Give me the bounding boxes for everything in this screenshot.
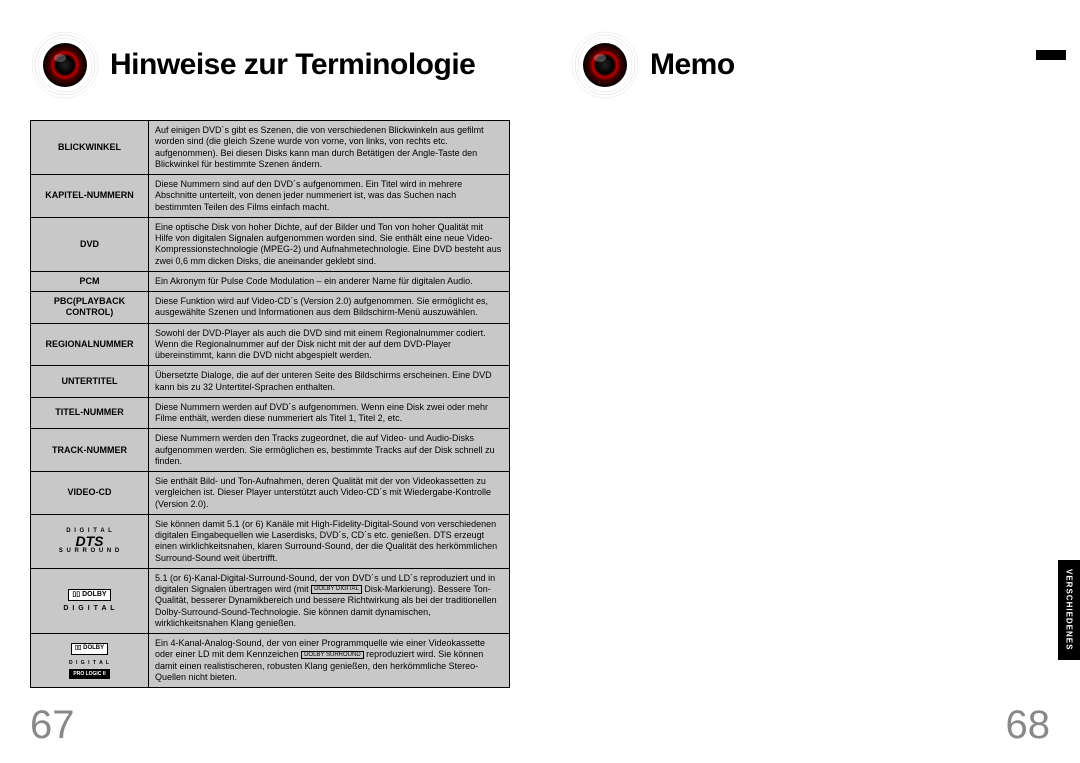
term-cell: KAPITEL-NUMMERN bbox=[31, 175, 149, 218]
speaker-icon bbox=[30, 30, 100, 100]
table-row: UNTERTITELÜbersetzte Dialoge, die auf de… bbox=[31, 366, 510, 398]
term-cell: PBC(PLAYBACK CONTROL) bbox=[31, 292, 149, 324]
terminology-table: BLICKWINKELAuf einigen DVD´s gibt es Sze… bbox=[30, 120, 510, 688]
table-row: ▯▯ DOLBYD I G I T A L 5.1 (or 6)-Kanal-Di… bbox=[31, 568, 510, 633]
desc-cell: Sie enthält Bild- und Ton-Aufnahmen, der… bbox=[149, 472, 510, 515]
table-row: ▯▯ DOLBYD I G I T A LPRO LOGIC II Ein 4-K… bbox=[31, 634, 510, 688]
term-cell: DVD bbox=[31, 217, 149, 271]
page-number-left: 67 bbox=[30, 703, 75, 748]
inline-badge-icon: DOLBY SURROUND bbox=[301, 651, 364, 660]
speaker-icon bbox=[570, 30, 640, 100]
table-row: D I G I T A LdtsS U R R O U N D Sie könne… bbox=[31, 514, 510, 568]
page-number-right: 68 bbox=[1006, 703, 1051, 748]
title-right: Memo bbox=[650, 48, 735, 82]
header-right: Memo bbox=[570, 20, 1050, 110]
table-row: TITEL-NUMMERDiese Nummern werden auf DVD… bbox=[31, 397, 510, 429]
side-tab: VERSCHIEDENES bbox=[1058, 560, 1080, 660]
section-marker bbox=[1036, 50, 1066, 60]
dolby-prologic-logo: ▯▯ DOLBYD I G I T A LPRO LOGIC II bbox=[69, 641, 110, 677]
table-row: TRACK-NUMMERDiese Nummern werden den Tra… bbox=[31, 429, 510, 472]
term-cell: UNTERTITEL bbox=[31, 366, 149, 398]
logo-cell: ▯▯ DOLBYD I G I T A L bbox=[31, 568, 149, 633]
desc-cell: Diese Nummern sind auf den DVD´s aufgeno… bbox=[149, 175, 510, 218]
title-left: Hinweise zur Terminologie bbox=[110, 48, 475, 82]
desc-cell: 5.1 (or 6)-Kanal-Digital-Surround-Sound,… bbox=[149, 568, 510, 633]
header-left: Hinweise zur Terminologie bbox=[30, 20, 510, 110]
page-left: Hinweise zur Terminologie BLICKWINKELAuf… bbox=[0, 0, 540, 763]
page-right: Memo 68 bbox=[540, 0, 1080, 763]
desc-cell: Sowohl der DVD-Player als auch die DVD s… bbox=[149, 323, 510, 366]
term-cell: TITEL-NUMMER bbox=[31, 397, 149, 429]
term-cell: VIDEO-CD bbox=[31, 472, 149, 515]
dolby-digital-logo: ▯▯ DOLBYD I G I T A L bbox=[63, 588, 115, 613]
table-row: BLICKWINKELAuf einigen DVD´s gibt es Sze… bbox=[31, 121, 510, 175]
dts-logo: D I G I T A LdtsS U R R O U N D bbox=[59, 528, 120, 554]
table-row: DVDEine optische Disk von hoher Dichte, … bbox=[31, 217, 510, 271]
desc-cell: Diese Nummern werden auf DVD´s aufgenomm… bbox=[149, 397, 510, 429]
table-row: PBC(PLAYBACK CONTROL)Diese Funktion wird… bbox=[31, 292, 510, 324]
table-row: PCMEin Akronym für Pulse Code Modulation… bbox=[31, 271, 510, 291]
desc-cell: Diese Funktion wird auf Video-CD´s (Vers… bbox=[149, 292, 510, 324]
desc-cell: Eine optische Disk von hoher Dichte, auf… bbox=[149, 217, 510, 271]
inline-badge-icon: DOLBY DIGITAL bbox=[311, 585, 362, 594]
desc-cell: Ein Akronym für Pulse Code Modulation – … bbox=[149, 271, 510, 291]
term-cell: REGIONALNUMMER bbox=[31, 323, 149, 366]
table-row: KAPITEL-NUMMERNDiese Nummern sind auf de… bbox=[31, 175, 510, 218]
logo-cell: D I G I T A LdtsS U R R O U N D bbox=[31, 514, 149, 568]
desc-cell: Sie können damit 5.1 (or 6) Kanäle mit H… bbox=[149, 514, 510, 568]
table-row: REGIONALNUMMERSowohl der DVD-Player als … bbox=[31, 323, 510, 366]
term-cell: BLICKWINKEL bbox=[31, 121, 149, 175]
desc-cell: Übersetzte Dialoge, die auf der unteren … bbox=[149, 366, 510, 398]
logo-cell: ▯▯ DOLBYD I G I T A LPRO LOGIC II bbox=[31, 634, 149, 688]
desc-cell: Diese Nummern werden den Tracks zugeordn… bbox=[149, 429, 510, 472]
term-cell: TRACK-NUMMER bbox=[31, 429, 149, 472]
table-row: VIDEO-CDSie enthält Bild- und Ton-Aufnah… bbox=[31, 472, 510, 515]
desc-cell: Ein 4-Kanal-Analog-Sound, der von einer … bbox=[149, 634, 510, 688]
term-cell: PCM bbox=[31, 271, 149, 291]
desc-cell: Auf einigen DVD´s gibt es Szenen, die vo… bbox=[149, 121, 510, 175]
